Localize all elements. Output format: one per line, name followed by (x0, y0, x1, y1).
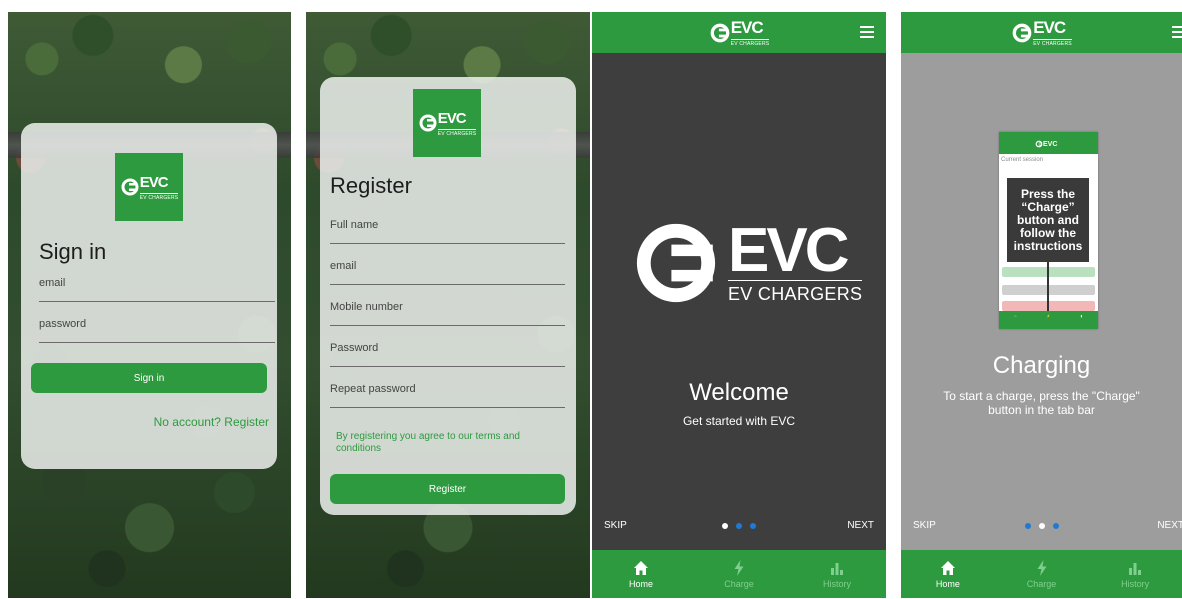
logo: EVC EV CHARGERS (1011, 19, 1072, 47)
signin-screen: EVC EV CHARGERS Sign in email password Si… (8, 12, 291, 598)
tooltip-pointer (1047, 262, 1049, 314)
next-button[interactable]: NEXT (847, 520, 874, 531)
charging-screen: EVC EV CHARGERS EVC Current session Press… (901, 12, 1182, 598)
logo: EVC EV CHARGERS (709, 19, 770, 47)
bolt-icon (734, 559, 744, 576)
page-dot-2[interactable] (1038, 523, 1045, 529)
tab-charge[interactable]: Charge (995, 550, 1089, 598)
mock-logo: EVC (1035, 140, 1057, 148)
skip-button[interactable]: SKIP (604, 520, 627, 531)
charging-heading: Charging (992, 352, 1091, 379)
full-name-field[interactable]: Full name (330, 219, 565, 244)
home-icon (940, 560, 955, 575)
terms-link[interactable]: By registering you agree to our terms an… (336, 431, 551, 455)
plug-icon (1012, 23, 1032, 42)
tab-history[interactable]: History (788, 550, 886, 598)
mock-tab-history: ▮ (1080, 314, 1083, 318)
charge-tooltip: Press the “Charge” button and follow the… (1007, 178, 1089, 262)
large-logo: EVC EV CHARGERS (630, 217, 863, 309)
skip-button[interactable]: SKIP (913, 520, 936, 531)
register-button[interactable]: Register (330, 474, 565, 504)
signin-card: EVC EV CHARGERS Sign in email password Si… (21, 123, 277, 469)
plug-icon (636, 223, 716, 303)
tab-charge[interactable]: Charge (690, 550, 788, 598)
mock-tab-home: ⌂ (1014, 314, 1017, 318)
register-link[interactable]: No account? Register (154, 415, 269, 429)
top-bar: EVC EV CHARGERS (901, 12, 1182, 53)
plug-icon (1035, 140, 1043, 148)
tab-home[interactable]: Home (592, 550, 690, 598)
top-bar: EVC EV CHARGERS (592, 12, 886, 53)
pager: SKIP NEXT (901, 520, 1182, 534)
page-dots (1024, 523, 1059, 529)
logo: EVC EV CHARGERS (413, 89, 481, 157)
password-field[interactable]: password (39, 318, 275, 343)
repeat-password-field[interactable]: Repeat password (330, 383, 565, 408)
bolt-icon (1037, 559, 1046, 576)
page-dot-1[interactable] (1024, 523, 1031, 529)
plug-icon (419, 114, 437, 132)
tab-bar: Home Charge History (901, 550, 1182, 598)
mobile-number-field[interactable]: Mobile number (330, 301, 565, 326)
phone-mockup: EVC Current session Press the “Charge” b… (999, 132, 1098, 329)
page-dot-3[interactable] (1052, 523, 1059, 529)
page-title: Register (330, 173, 412, 198)
bar-chart-icon (831, 562, 843, 575)
pager: SKIP NEXT (592, 520, 886, 534)
mock-tab-charge: ⚡ (1046, 314, 1051, 318)
email-field[interactable]: email (39, 277, 275, 302)
tab-home[interactable]: Home (901, 550, 995, 598)
home-icon (634, 560, 648, 575)
bar-chart-icon (1129, 562, 1142, 575)
email-field[interactable]: email (330, 260, 565, 285)
page-dot-1[interactable] (722, 523, 728, 529)
menu-icon[interactable] (860, 26, 874, 38)
page-dot-3[interactable] (750, 523, 756, 529)
welcome-heading: Welcome (689, 379, 789, 406)
mock-session-label: Current session (1001, 157, 1044, 163)
page-title: Sign in (39, 239, 107, 264)
password-field[interactable]: Password (330, 342, 565, 367)
logo: EVC EV CHARGERS (115, 153, 183, 221)
page-dot-2[interactable] (736, 523, 742, 529)
register-card: EVC EV CHARGERS Register Full name email … (320, 77, 576, 515)
tab-history[interactable]: History (1088, 550, 1182, 598)
mock-tab-bar: ⌂ ⚡ ▮ (999, 311, 1098, 329)
page-dots (722, 523, 756, 529)
mock-top-bar: EVC (999, 132, 1098, 154)
plug-icon (710, 23, 730, 42)
register-screen: EVC EV CHARGERS Register Full name email … (306, 12, 590, 598)
tab-bar: Home Charge History (592, 550, 886, 598)
menu-icon[interactable] (1172, 26, 1182, 38)
plug-icon (121, 178, 139, 196)
next-button[interactable]: NEXT (1157, 520, 1182, 531)
signin-button[interactable]: Sign in (31, 363, 267, 393)
welcome-subheading: Get started with EVC (682, 414, 796, 428)
charging-description: To start a charge, press the "Charge" bu… (943, 389, 1140, 417)
welcome-screen: EVC EV CHARGERS EVC EV CHARGERS Welcome G… (592, 12, 886, 598)
